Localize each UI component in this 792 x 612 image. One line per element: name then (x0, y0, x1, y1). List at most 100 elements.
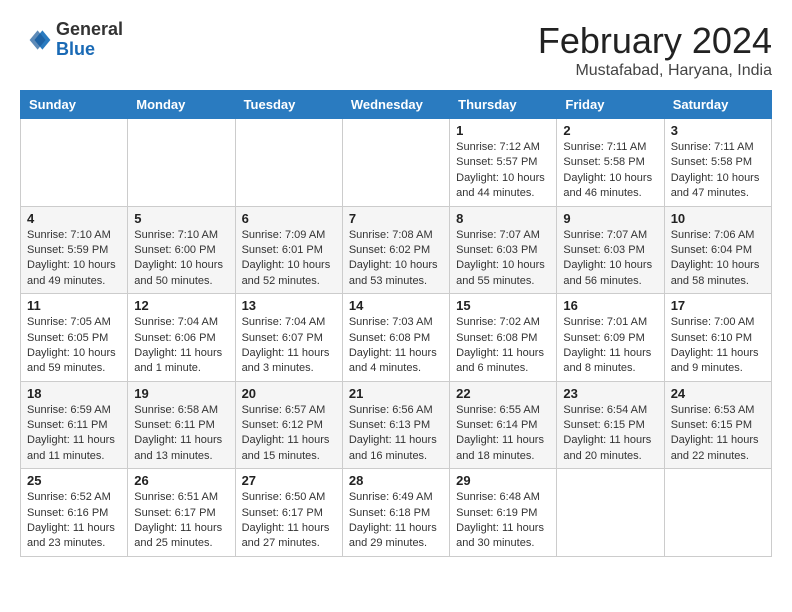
calendar-cell: 18 Sunrise: 6:59 AM Sunset: 6:11 PM Dayli… (21, 381, 128, 469)
month-title: February 2024 (538, 20, 772, 62)
day-info: Sunrise: 7:04 AM Sunset: 6:07 PM Dayligh… (242, 315, 336, 377)
weekday-header-row: SundayMondayTuesdayWednesdayThursdayFrid… (21, 91, 772, 119)
calendar-table: SundayMondayTuesdayWednesdayThursdayFrid… (20, 90, 772, 557)
day-number: 9 (563, 211, 657, 226)
day-info: Sunrise: 7:09 AM Sunset: 6:01 PM Dayligh… (242, 228, 336, 290)
day-number: 11 (27, 298, 121, 313)
calendar-cell: 23Sunrise: 6:54 AM Sunset: 6:15 PM Dayli… (557, 381, 664, 469)
day-number: 3 (671, 123, 765, 138)
day-number: 28 (349, 473, 443, 488)
day-number: 19 (134, 386, 228, 401)
day-info: Sunrise: 7:12 AM Sunset: 5:57 PM Dayligh… (456, 140, 550, 202)
day-info: Sunrise: 7:03 AM Sunset: 6:08 PM Dayligh… (349, 315, 443, 377)
day-number: 16 (563, 298, 657, 313)
day-number: 27 (242, 473, 336, 488)
calendar-cell: 6 Sunrise: 7:09 AM Sunset: 6:01 PM Daylig… (235, 206, 342, 294)
day-number: 6 (242, 211, 336, 226)
day-number: 22 (456, 386, 550, 401)
day-info: Sunrise: 7:07 AM Sunset: 6:03 PM Dayligh… (456, 228, 550, 290)
weekday-header-thursday: Thursday (450, 91, 557, 119)
calendar-cell: 21 Sunrise: 6:56 AM Sunset: 6:13 PM Dayli… (342, 381, 449, 469)
day-info: Sunrise: 7:06 AM Sunset: 6:04 PM Dayligh… (671, 228, 765, 290)
calendar-cell: 1 Sunrise: 7:12 AM Sunset: 5:57 PM Daylig… (450, 119, 557, 207)
day-info: Sunrise: 7:08 AM Sunset: 6:02 PM Dayligh… (349, 228, 443, 290)
calendar-cell: 25 Sunrise: 6:52 AM Sunset: 6:16 PM Dayli… (21, 469, 128, 557)
calendar-cell: 19 Sunrise: 6:58 AM Sunset: 6:11 PM Dayli… (128, 381, 235, 469)
calendar-cell: 14 Sunrise: 7:03 AM Sunset: 6:08 PM Dayli… (342, 294, 449, 382)
weekday-header-wednesday: Wednesday (342, 91, 449, 119)
calendar-cell: 17Sunrise: 7:00 AM Sunset: 6:10 PM Dayli… (664, 294, 771, 382)
calendar-cell (342, 119, 449, 207)
calendar-cell (21, 119, 128, 207)
calendar-cell: 2 Sunrise: 7:11 AM Sunset: 5:58 PM Daylig… (557, 119, 664, 207)
day-info: Sunrise: 7:10 AM Sunset: 5:59 PM Dayligh… (27, 228, 121, 290)
day-info: Sunrise: 6:48 AM Sunset: 6:19 PM Dayligh… (456, 490, 550, 552)
calendar-cell: 10 Sunrise: 7:06 AM Sunset: 6:04 PM Dayli… (664, 206, 771, 294)
calendar-cell: 13 Sunrise: 7:04 AM Sunset: 6:07 PM Dayli… (235, 294, 342, 382)
calendar-cell: 7 Sunrise: 7:08 AM Sunset: 6:02 PM Daylig… (342, 206, 449, 294)
day-number: 20 (242, 386, 336, 401)
day-number: 8 (456, 211, 550, 226)
title-block: February 2024 Mustafabad, Haryana, India (538, 20, 772, 80)
day-number: 26 (134, 473, 228, 488)
weekday-header-tuesday: Tuesday (235, 91, 342, 119)
day-info: Sunrise: 6:56 AM Sunset: 6:13 PM Dayligh… (349, 403, 443, 465)
calendar-cell: 11 Sunrise: 7:05 AM Sunset: 6:05 PM Dayli… (21, 294, 128, 382)
day-info: Sunrise: 6:55 AM Sunset: 6:14 PM Dayligh… (456, 403, 550, 465)
calendar-cell: 26 Sunrise: 6:51 AM Sunset: 6:17 PM Dayli… (128, 469, 235, 557)
day-info: Sunrise: 6:59 AM Sunset: 6:11 PM Dayligh… (27, 403, 121, 465)
day-info: Sunrise: 6:53 AM Sunset: 6:15 PM Dayligh… (671, 403, 765, 465)
calendar-cell: 28Sunrise: 6:49 AM Sunset: 6:18 PM Dayli… (342, 469, 449, 557)
week-row-5: 25 Sunrise: 6:52 AM Sunset: 6:16 PM Dayli… (21, 469, 772, 557)
calendar-cell (557, 469, 664, 557)
day-info: Sunrise: 6:52 AM Sunset: 6:16 PM Dayligh… (27, 490, 121, 552)
calendar-cell: 3 Sunrise: 7:11 AM Sunset: 5:58 PM Daylig… (664, 119, 771, 207)
logo-icon (20, 24, 52, 56)
day-number: 14 (349, 298, 443, 313)
weekday-header-monday: Monday (128, 91, 235, 119)
calendar-cell: 4 Sunrise: 7:10 AM Sunset: 5:59 PM Daylig… (21, 206, 128, 294)
day-number: 25 (27, 473, 121, 488)
day-number: 2 (563, 123, 657, 138)
day-number: 18 (27, 386, 121, 401)
day-info: Sunrise: 7:11 AM Sunset: 5:58 PM Dayligh… (671, 140, 765, 202)
calendar-cell: 12 Sunrise: 7:04 AM Sunset: 6:06 PM Dayli… (128, 294, 235, 382)
day-number: 1 (456, 123, 550, 138)
day-number: 21 (349, 386, 443, 401)
weekday-header-friday: Friday (557, 91, 664, 119)
day-info: Sunrise: 7:05 AM Sunset: 6:05 PM Dayligh… (27, 315, 121, 377)
day-number: 24 (671, 386, 765, 401)
day-number: 10 (671, 211, 765, 226)
weekday-header-saturday: Saturday (664, 91, 771, 119)
calendar-cell: 20 Sunrise: 6:57 AM Sunset: 6:12 PM Dayli… (235, 381, 342, 469)
calendar-cell: 24 Sunrise: 6:53 AM Sunset: 6:15 PM Dayli… (664, 381, 771, 469)
day-number: 5 (134, 211, 228, 226)
week-row-1: 1 Sunrise: 7:12 AM Sunset: 5:57 PM Daylig… (21, 119, 772, 207)
page-header: General Blue February 2024 Mustafabad, H… (20, 20, 772, 80)
day-info: Sunrise: 6:58 AM Sunset: 6:11 PM Dayligh… (134, 403, 228, 465)
day-info: Sunrise: 6:57 AM Sunset: 6:12 PM Dayligh… (242, 403, 336, 465)
day-number: 12 (134, 298, 228, 313)
day-number: 15 (456, 298, 550, 313)
day-number: 29 (456, 473, 550, 488)
day-number: 4 (27, 211, 121, 226)
day-info: Sunrise: 6:51 AM Sunset: 6:17 PM Dayligh… (134, 490, 228, 552)
day-number: 17 (671, 298, 765, 313)
week-row-3: 11 Sunrise: 7:05 AM Sunset: 6:05 PM Dayli… (21, 294, 772, 382)
calendar-cell (664, 469, 771, 557)
logo-text: General Blue (56, 20, 123, 60)
day-info: Sunrise: 7:10 AM Sunset: 6:00 PM Dayligh… (134, 228, 228, 290)
calendar-cell: 27 Sunrise: 6:50 AM Sunset: 6:17 PM Dayli… (235, 469, 342, 557)
calendar-cell (128, 119, 235, 207)
weekday-header-sunday: Sunday (21, 91, 128, 119)
day-info: Sunrise: 7:04 AM Sunset: 6:06 PM Dayligh… (134, 315, 228, 377)
day-number: 13 (242, 298, 336, 313)
day-info: Sunrise: 6:50 AM Sunset: 6:17 PM Dayligh… (242, 490, 336, 552)
logo: General Blue (20, 20, 123, 60)
logo-general: General (56, 19, 123, 39)
day-number: 7 (349, 211, 443, 226)
day-number: 23 (563, 386, 657, 401)
week-row-4: 18 Sunrise: 6:59 AM Sunset: 6:11 PM Dayli… (21, 381, 772, 469)
location-title: Mustafabad, Haryana, India (538, 62, 772, 80)
day-info: Sunrise: 7:11 AM Sunset: 5:58 PM Dayligh… (563, 140, 657, 202)
